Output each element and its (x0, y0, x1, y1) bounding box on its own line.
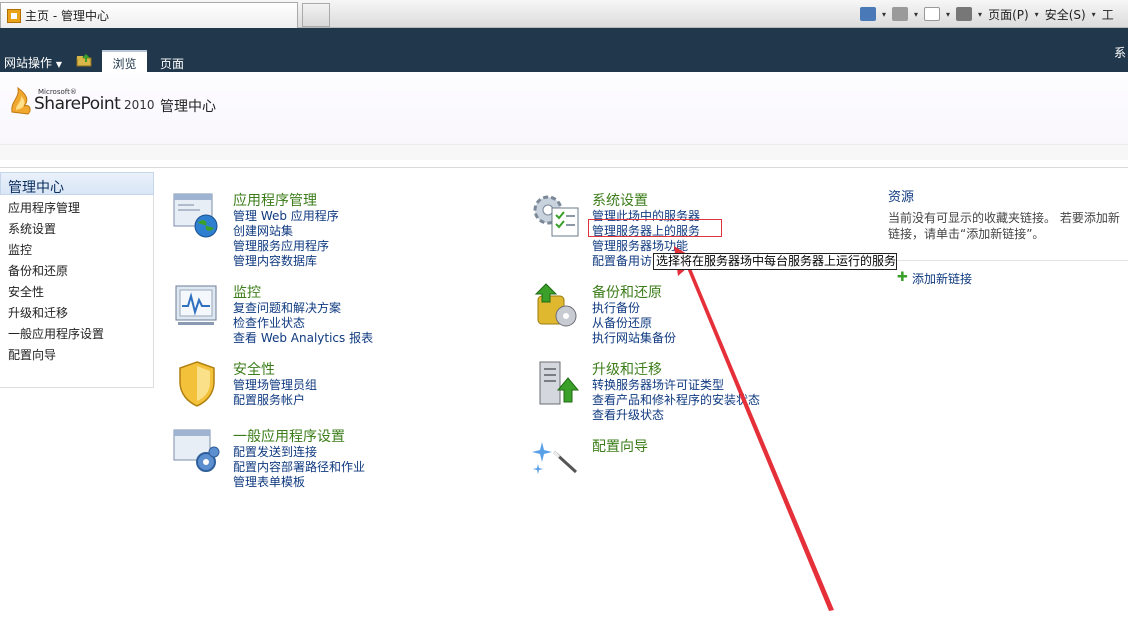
annotation-arrow-icon (674, 246, 834, 611)
tooltip: 选择将在服务器场中每台服务器上运行的服务 (653, 253, 897, 270)
